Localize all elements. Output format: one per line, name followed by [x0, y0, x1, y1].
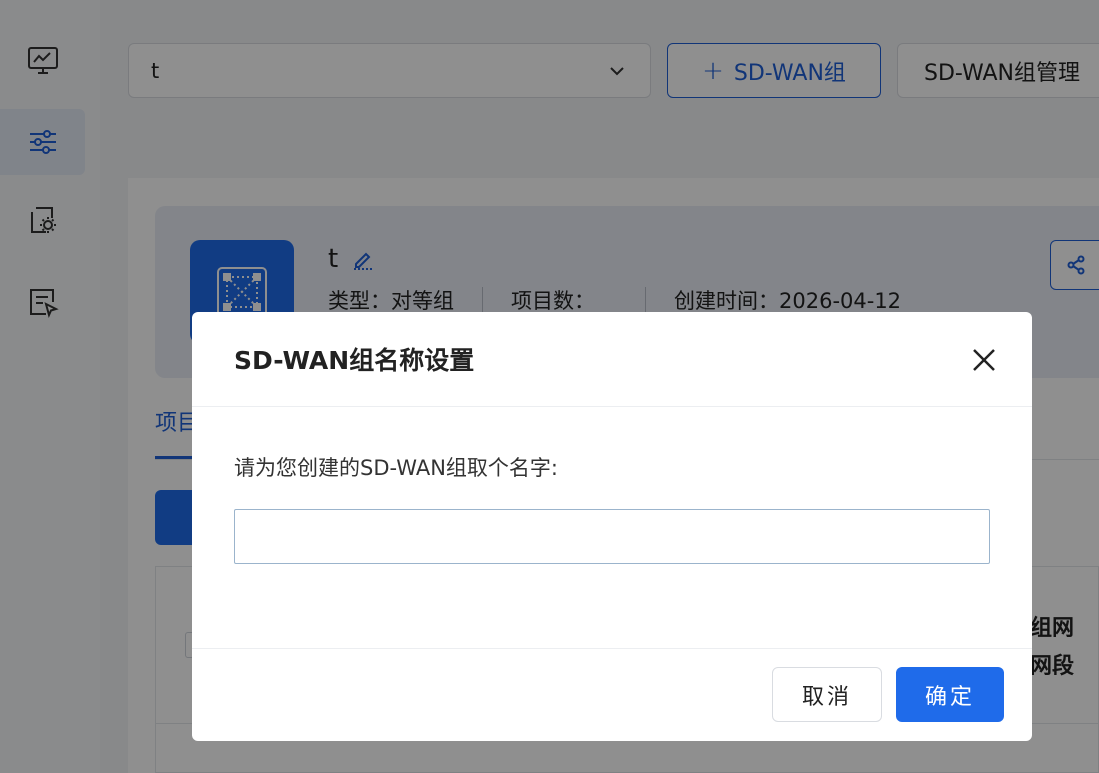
group-name-dialog: SD-WAN组名称设置 请为您创建的SD-WAN组取个名字: 取消 确定 — [192, 312, 1032, 741]
dialog-footer: 取消 确定 — [192, 649, 1032, 741]
confirm-button[interactable]: 确定 — [896, 667, 1004, 722]
group-name-input[interactable] — [234, 509, 990, 564]
dialog-header: SD-WAN组名称设置 — [192, 312, 1032, 407]
dialog-title: SD-WAN组名称设置 — [234, 346, 475, 375]
close-icon[interactable] — [970, 346, 998, 374]
dialog-prompt: 请为您创建的SD-WAN组取个名字: — [234, 456, 558, 480]
dialog-body: 请为您创建的SD-WAN组取个名字: — [192, 407, 1032, 649]
cancel-button[interactable]: 取消 — [772, 667, 882, 722]
